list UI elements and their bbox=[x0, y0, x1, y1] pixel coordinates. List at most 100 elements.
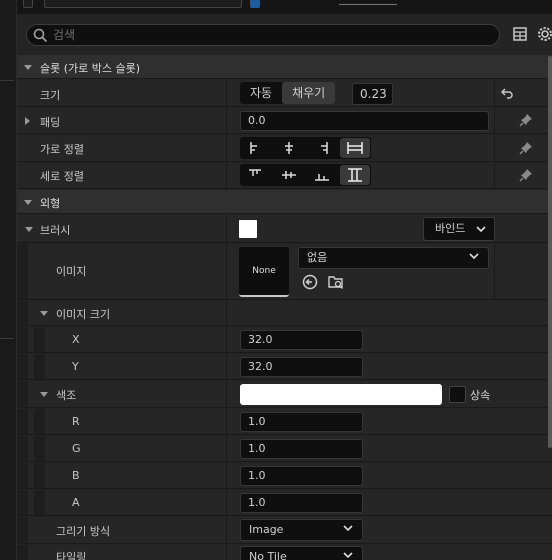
gear-icon[interactable] bbox=[537, 26, 552, 45]
prop-label: G bbox=[72, 442, 81, 455]
align-fill-icon[interactable] bbox=[340, 138, 370, 158]
collapse-caret-icon[interactable] bbox=[40, 311, 48, 316]
section-slot[interactable]: 슬롯 (가로 박스 슬롯) bbox=[17, 55, 552, 79]
prop-label: 브러시 bbox=[40, 224, 71, 237]
prop-tint-a: A 1.0 bbox=[17, 490, 552, 516]
pin-icon[interactable] bbox=[519, 141, 533, 158]
align-top-icon[interactable] bbox=[241, 165, 271, 185]
bind-button[interactable]: 바인드 bbox=[423, 217, 495, 241]
collapse-caret-icon[interactable] bbox=[24, 65, 32, 70]
chevron-down-icon bbox=[469, 253, 479, 260]
table-icon[interactable] bbox=[513, 27, 527, 44]
section-title: 외형 bbox=[40, 197, 61, 210]
bind-label: 바인드 bbox=[435, 222, 466, 235]
collapse-caret-icon[interactable] bbox=[25, 227, 33, 232]
chevron-down-icon bbox=[343, 525, 353, 532]
inherit-label: 상속 bbox=[470, 389, 491, 402]
prop-padding: 패딩 0.0 bbox=[17, 108, 552, 134]
align-left-icon[interactable] bbox=[241, 138, 271, 158]
section-appearance[interactable]: 외형 bbox=[17, 190, 552, 214]
size-fill-value[interactable]: 0.23 bbox=[352, 83, 393, 105]
prop-tint: 색조 상속 bbox=[17, 381, 552, 408]
top-icon bbox=[23, 0, 33, 8]
pin-icon[interactable] bbox=[519, 113, 533, 130]
search-icon bbox=[33, 28, 48, 46]
tiling-value: No Tile bbox=[249, 550, 287, 560]
prop-tint-g: G 1.0 bbox=[17, 436, 552, 462]
image-asset-dropdown[interactable]: 없음 bbox=[298, 247, 489, 269]
tint-g-value[interactable]: 1.0 bbox=[240, 439, 363, 459]
align-middle-icon[interactable] bbox=[274, 165, 304, 185]
prop-label: A bbox=[72, 496, 80, 509]
section-title: 슬롯 (가로 박스 슬롯) bbox=[40, 62, 141, 75]
details-panel: 슬롯 (가로 박스 슬롯) 크기 자동 채우기 0.23 패딩 0.0 가로 정… bbox=[17, 0, 552, 560]
search-box[interactable] bbox=[26, 24, 500, 46]
prop-draw-as: 그리기 방식 Image bbox=[17, 517, 552, 544]
expand-caret-icon[interactable] bbox=[25, 117, 30, 125]
tint-color-swatch[interactable] bbox=[240, 384, 442, 405]
prop-label: 패딩 bbox=[40, 116, 61, 129]
size-rule-toggle[interactable]: 자동 채우기 bbox=[240, 82, 336, 104]
size-fill-button[interactable]: 채우기 bbox=[282, 82, 336, 104]
prop-label: 크기 bbox=[40, 89, 61, 102]
align-center-icon[interactable] bbox=[274, 138, 304, 158]
prop-label: 그리기 방식 bbox=[56, 525, 111, 538]
browse-folder-icon[interactable] bbox=[328, 274, 344, 293]
scrollbar[interactable] bbox=[548, 56, 552, 448]
align-right-icon[interactable] bbox=[307, 138, 337, 158]
prop-label: 이미지 크기 bbox=[56, 308, 111, 321]
image-size-x-value[interactable]: 32.0 bbox=[240, 330, 363, 350]
top-field[interactable] bbox=[44, 0, 242, 8]
search-input[interactable] bbox=[53, 27, 483, 43]
prop-label: 세로 정렬 bbox=[40, 170, 84, 183]
tint-b-value[interactable]: 1.0 bbox=[240, 466, 363, 486]
v-align-group bbox=[240, 164, 371, 186]
image-size-y-value[interactable]: 32.0 bbox=[240, 357, 363, 377]
image-thumbnail[interactable]: None bbox=[239, 247, 289, 297]
prop-image-size-x: X 32.0 bbox=[17, 327, 552, 353]
align-fill-vertical-icon[interactable] bbox=[340, 165, 370, 185]
brush-preview-swatch[interactable] bbox=[239, 220, 257, 238]
prop-label: X bbox=[72, 333, 80, 346]
tint-r-value[interactable]: 1.0 bbox=[240, 412, 363, 432]
asset-value: 없음 bbox=[307, 251, 328, 264]
inherit-checkbox[interactable] bbox=[449, 386, 466, 403]
prop-label: B bbox=[72, 469, 80, 482]
prop-label: 가로 정렬 bbox=[40, 143, 84, 156]
prop-tiling: 타일링 No Tile bbox=[17, 545, 552, 560]
collapse-caret-icon[interactable] bbox=[40, 392, 48, 397]
prop-label: 타일링 bbox=[56, 551, 87, 560]
pin-icon[interactable] bbox=[519, 168, 533, 185]
size-auto-button[interactable]: 자동 bbox=[240, 82, 282, 104]
chevron-down-icon bbox=[343, 552, 353, 559]
prop-tint-r: R 1.0 bbox=[17, 409, 552, 435]
padding-value[interactable]: 0.0 bbox=[240, 111, 489, 131]
prop-label: 이미지 bbox=[56, 265, 87, 278]
h-align-group bbox=[240, 137, 371, 159]
tiling-dropdown[interactable]: No Tile bbox=[240, 546, 363, 560]
prop-h-align: 가로 정렬 bbox=[17, 135, 552, 162]
draw-as-value: Image bbox=[249, 523, 284, 536]
prop-brush: 브러시 바인드 bbox=[17, 215, 552, 243]
tint-a-value[interactable]: 1.0 bbox=[240, 493, 363, 513]
use-selected-arrow-icon[interactable] bbox=[302, 274, 318, 293]
reset-arrow-icon[interactable] bbox=[500, 87, 513, 102]
prop-label: Y bbox=[72, 360, 79, 373]
prop-label: R bbox=[72, 415, 80, 428]
chevron-down-icon bbox=[476, 226, 486, 233]
prop-v-align: 세로 정렬 bbox=[17, 163, 552, 189]
collapse-caret-icon[interactable] bbox=[24, 200, 32, 205]
top-link[interactable] bbox=[339, 4, 397, 5]
prop-image-size-y: Y 32.0 bbox=[17, 354, 552, 380]
align-bottom-icon[interactable] bbox=[307, 165, 337, 185]
thumbnail-text: None bbox=[252, 266, 276, 276]
prop-tint-b: B 1.0 bbox=[17, 463, 552, 489]
top-bar-cutoff bbox=[17, 0, 552, 14]
left-gutter bbox=[0, 0, 17, 560]
draw-as-dropdown[interactable]: Image bbox=[240, 519, 363, 541]
prop-image-size: 이미지 크기 bbox=[17, 301, 552, 326]
top-checkbox[interactable] bbox=[250, 0, 260, 8]
prop-image: 이미지 None 없음 bbox=[17, 244, 552, 300]
prop-label: 색조 bbox=[56, 389, 77, 402]
prop-size: 크기 자동 채우기 0.23 bbox=[17, 80, 552, 107]
